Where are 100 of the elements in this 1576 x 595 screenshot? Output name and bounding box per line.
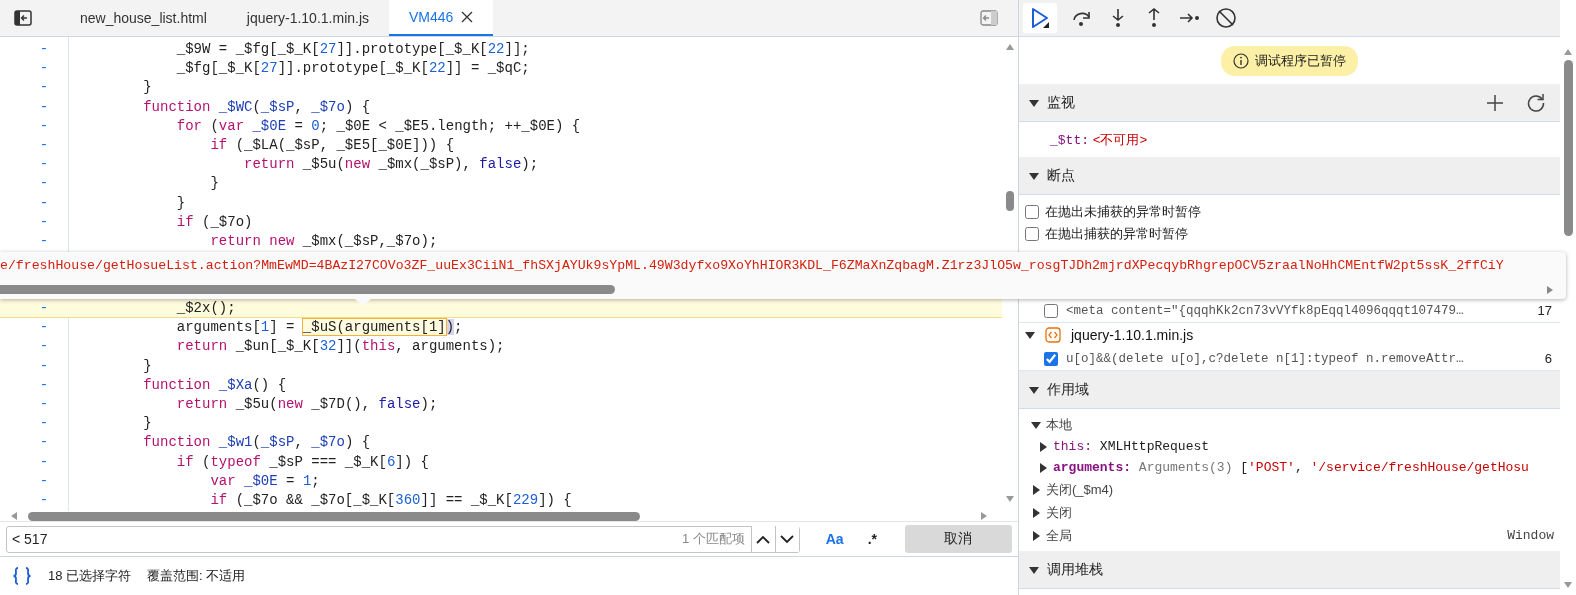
line-gutter-mark: - — [38, 174, 50, 194]
line-gutter-mark: - — [38, 337, 50, 357]
line-gutter-mark: - — [38, 318, 50, 338]
option-label: 在抛出捕获的异常时暂停 — [1045, 225, 1188, 243]
code-line: arguments[1] = _$uS(arguments[1]); — [175, 318, 463, 338]
expand-triangle-icon[interactable] — [1031, 484, 1041, 495]
info-icon — [1233, 52, 1249, 69]
line-gutter-mark: - — [38, 97, 50, 117]
file-tab[interactable]: VM446 — [389, 0, 494, 36]
regex-toggle[interactable]: .* — [859, 527, 885, 551]
scroll-up-icon[interactable] — [1563, 48, 1573, 56]
scrollbar-thumb[interactable] — [1006, 191, 1014, 211]
code-line: if (_$7o) — [175, 212, 253, 232]
checkbox[interactable] — [1025, 227, 1039, 241]
line-gutter-mark: - — [38, 414, 50, 434]
scrollbar-thumb[interactable] — [1563, 60, 1573, 236]
deactivate-breakpoints-icon[interactable] — [1215, 7, 1237, 29]
line-number: 17 — [1537, 303, 1552, 318]
watch-expression: _$tt: <不可用> — [1050, 131, 1149, 149]
section-header[interactable]: 作用域 — [1019, 371, 1560, 409]
previous-match-button[interactable] — [750, 526, 775, 552]
code-line: _$fg[_$_K[27]].prototype[_$_K[22]] = _$qC; — [175, 59, 530, 79]
line-gutter-mark: - — [38, 490, 50, 510]
scope-name[interactable]: 关闭(_$m4) — [1046, 480, 1114, 499]
search-field[interactable]: < 517 1 个匹配项 — [6, 525, 800, 553]
section-header[interactable]: 监视 — [1019, 84, 1560, 122]
code-line: return _$5u(new _$mx(_$sP), false); — [243, 155, 539, 175]
line-gutter-mark: - — [38, 433, 50, 453]
code-line: } — [142, 78, 152, 98]
selection-status: 18 已选择字符 — [48, 567, 132, 585]
line-gutter-mark: - — [38, 212, 50, 232]
checkbox[interactable] — [1044, 303, 1058, 318]
line-gutter-mark: - — [38, 40, 50, 59]
scrollbar-thumb[interactable] — [0, 285, 615, 294]
resume-button[interactable] — [1023, 3, 1057, 33]
scroll-down-icon[interactable] — [1563, 581, 1573, 589]
cancel-button[interactable]: 取消 — [905, 525, 1012, 553]
section-header[interactable]: 调用堆栈 — [1019, 551, 1560, 589]
line-gutter-mark: - — [38, 471, 50, 491]
line-gutter-mark: - — [38, 193, 50, 213]
scroll-right-icon[interactable] — [980, 511, 988, 521]
file-tab[interactable]: new_house_list.html — [60, 0, 227, 36]
scope-property: arguments: Arguments(3) ['POST', '/service/freshHouse/getHosu — [1053, 460, 1529, 475]
code-line: if (_$LA(_$sP, _$E5[_$0E])) { — [209, 135, 455, 155]
scope-name[interactable]: 全局 — [1046, 526, 1072, 545]
close-icon[interactable] — [461, 11, 474, 23]
line-gutter-mark: - — [38, 356, 50, 376]
panel-toggle-icon[interactable] — [980, 10, 998, 26]
scroll-right-icon[interactable] — [1546, 284, 1554, 295]
tooltip-value: e/freshHouse/getHosueList.action?MmEwMD=4BAzI27COVo3ZF_uuEx3CiiN1_fhSXjAYUk9sYpML.49W3dyfxo9XoYhHIOR3KDL_F6ZMaXnZqbagM.Z1rz3JlO5w_rosgTJDh2mjrdXPecqybRhgrepOCV5zraalNoHhCMEntfW2pt5ssK_2ffCiY — [0, 257, 1505, 275]
line-gutter-mark: - — [38, 135, 50, 155]
expand-triangle-icon[interactable] — [1039, 441, 1048, 452]
refresh-icon[interactable] — [1526, 92, 1546, 113]
code-line: _$2x(); — [175, 299, 236, 318]
scope-name[interactable]: 关闭 — [1046, 503, 1072, 522]
code-line: } — [209, 174, 219, 194]
breakpoint-code[interactable]: u[o]&&(delete u[o],c?delete n[1]:typeof n.removeAttr… — [1066, 351, 1537, 366]
file-tab[interactable]: jquery-1.10.1.min.js — [226, 0, 390, 36]
code-line: function _$w1(_$sP, _$7o) { — [142, 433, 371, 453]
scrollbar-thumb[interactable] — [28, 511, 640, 521]
line-gutter-mark: - — [38, 452, 50, 472]
scope-value: Window — [1507, 528, 1554, 543]
checkbox[interactable] — [1044, 351, 1058, 366]
expand-triangle-icon[interactable] — [1031, 419, 1041, 430]
paused-badge: 调试程序已暂停 — [1221, 45, 1358, 76]
line-gutter-mark: - — [38, 78, 50, 98]
line-gutter-mark: - — [38, 116, 50, 136]
code-line: function _$WC(_$sP, _$7o) { — [142, 97, 371, 117]
line-number: 6 — [1544, 351, 1552, 366]
code-line: return new _$mx(_$sP,_$7o); — [209, 231, 438, 251]
script-file-icon — [1045, 327, 1061, 343]
add-icon[interactable] — [1486, 93, 1504, 112]
pretty-print-icon[interactable] — [12, 567, 32, 585]
checkbox[interactable] — [1025, 205, 1039, 219]
code-line: var _$0E = 1; — [209, 471, 320, 491]
code-line: } — [142, 414, 152, 434]
line-gutter-mark: - — [38, 299, 50, 318]
expand-triangle-icon[interactable] — [1039, 462, 1048, 473]
scroll-down-icon[interactable] — [1005, 495, 1015, 503]
code-line: for (var _$0E = 0; _$0E < _$E5.length; ++_$0E) { — [175, 116, 581, 136]
play-icon — [1029, 7, 1051, 29]
line-gutter-mark: - — [38, 155, 50, 175]
file-name[interactable]: jquery-1.10.1.min.js — [1071, 327, 1194, 343]
match-case-toggle[interactable]: Aa — [817, 527, 852, 551]
scroll-left-icon[interactable] — [10, 511, 18, 521]
line-gutter-mark: - — [38, 375, 50, 395]
code-line: } — [175, 193, 186, 213]
scroll-up-icon[interactable] — [1005, 43, 1015, 51]
expand-triangle-icon[interactable] — [1031, 507, 1041, 518]
sidebar-toggle-icon[interactable] — [14, 10, 32, 26]
chevron-up-icon — [756, 534, 771, 544]
code-line: function _$Xa() { — [142, 375, 287, 395]
section-header[interactable]: 断点 — [1019, 157, 1560, 195]
line-gutter-mark: - — [38, 395, 50, 414]
scope-name[interactable]: 本地 — [1046, 415, 1072, 434]
breakpoint-code[interactable]: <meta content="{qqqhKk2cn73vVYfk8pEqql4096qqqt107479… — [1066, 303, 1530, 318]
code-line: if (_$7o && _$7o[_$_K[360]] == _$_K[229]) { — [209, 490, 572, 510]
expand-triangle-icon[interactable] — [1025, 330, 1035, 340]
expand-triangle-icon[interactable] — [1031, 530, 1041, 541]
next-match-button[interactable] — [774, 526, 799, 552]
